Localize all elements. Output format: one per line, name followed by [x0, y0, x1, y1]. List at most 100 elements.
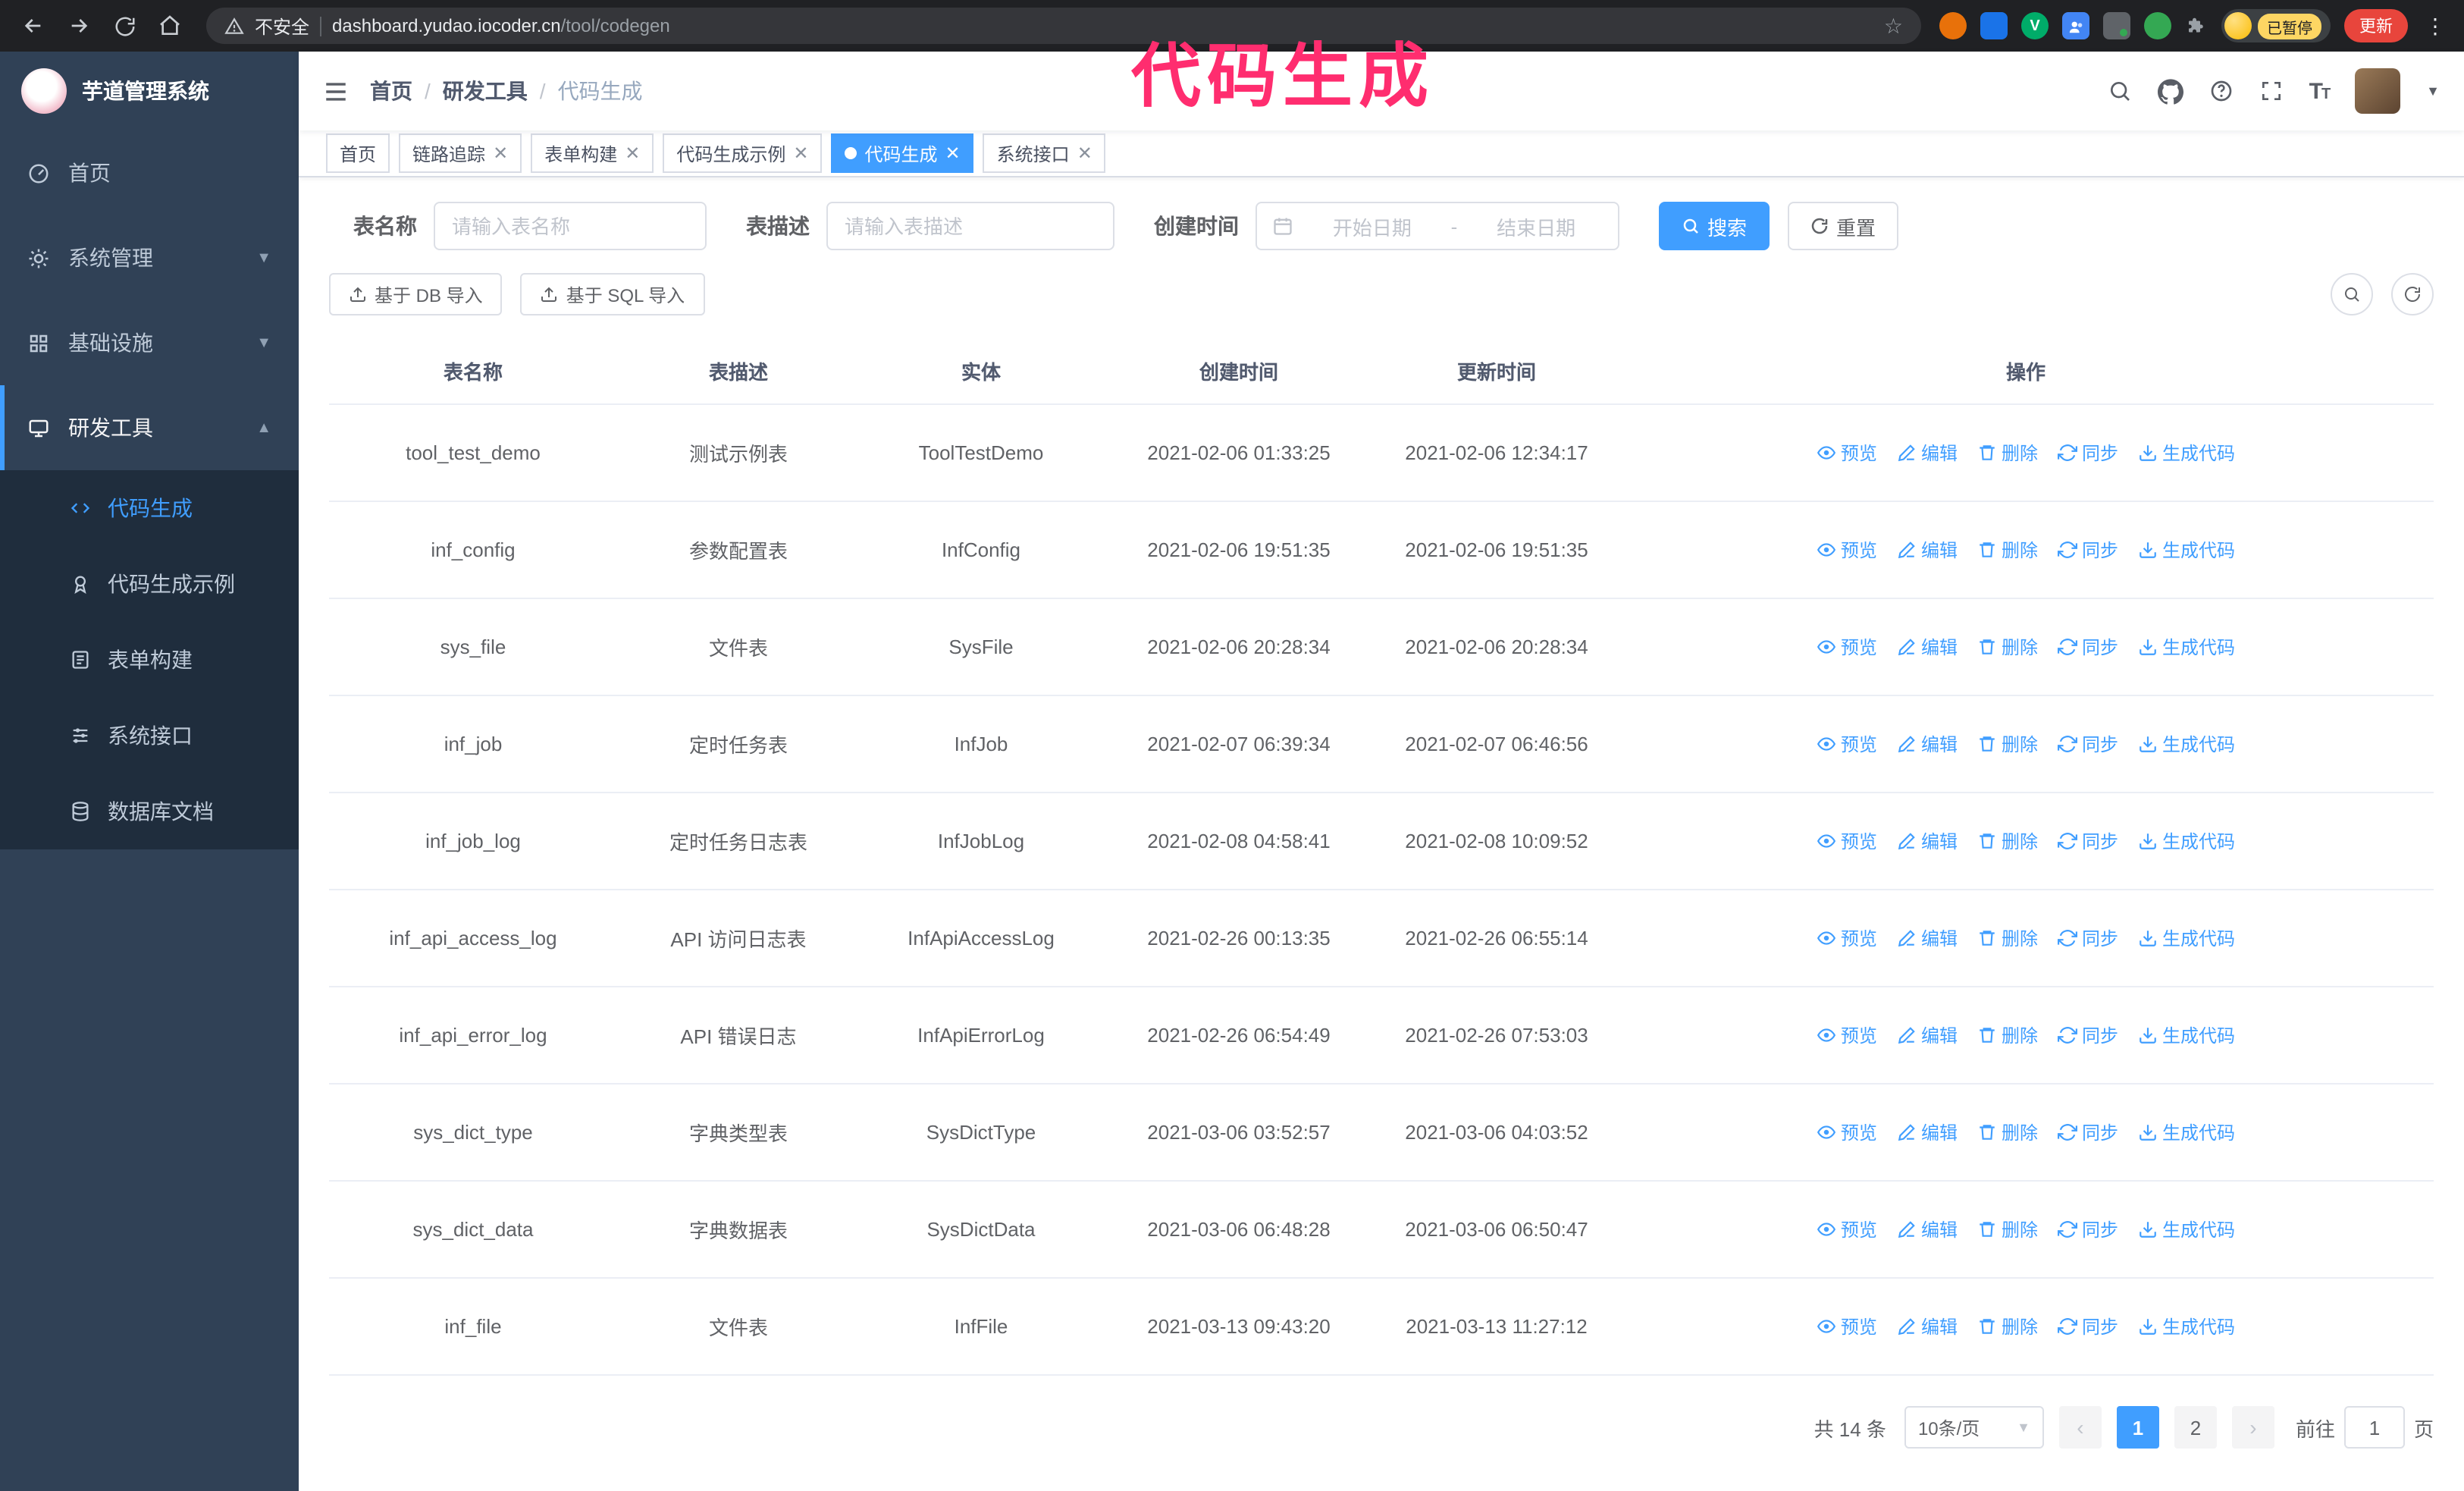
close-icon[interactable]: ✕: [493, 144, 508, 162]
delete-link[interactable]: 删除: [1977, 634, 2038, 660]
app-logo[interactable]: 芋道管理系统: [0, 52, 299, 130]
next-page-button[interactable]: ›: [2231, 1406, 2274, 1449]
search-button[interactable]: 搜索: [1659, 202, 1770, 250]
close-icon[interactable]: ✕: [793, 144, 808, 162]
sidebar-subitem-codegen-example[interactable]: 代码生成示例: [0, 546, 299, 622]
toggle-search-button[interactable]: [2331, 273, 2373, 315]
extension-icon-4[interactable]: [2062, 12, 2089, 39]
edit-link[interactable]: 编辑: [1897, 537, 1958, 563]
extension-icon-1[interactable]: [1939, 12, 1967, 39]
import-sql-button[interactable]: 基于 SQL 导入: [520, 273, 705, 315]
breadcrumb-home[interactable]: 首页: [370, 76, 412, 106]
delete-link[interactable]: 删除: [1977, 925, 2038, 951]
generate-code-link[interactable]: 生成代码: [2138, 828, 2235, 854]
edit-link[interactable]: 编辑: [1897, 1314, 1958, 1339]
extension-icon-3[interactable]: V: [2021, 12, 2049, 39]
preview-link[interactable]: 预览: [1817, 1216, 1877, 1242]
bookmark-star-icon[interactable]: ☆: [1884, 15, 1903, 36]
breadcrumb-section[interactable]: 研发工具: [443, 76, 528, 106]
delete-link[interactable]: 删除: [1977, 731, 2038, 757]
generate-code-link[interactable]: 生成代码: [2138, 537, 2235, 563]
sync-link[interactable]: 同步: [2058, 634, 2118, 660]
page-size-select[interactable]: 10条/页 ▼: [1904, 1406, 2044, 1449]
browser-menu-icon[interactable]: ⋮: [2422, 13, 2449, 39]
preview-link[interactable]: 预览: [1817, 925, 1877, 951]
close-icon[interactable]: ✕: [945, 144, 961, 162]
preview-link[interactable]: 预览: [1817, 731, 1877, 757]
delete-link[interactable]: 删除: [1977, 440, 2038, 466]
extensions-puzzle-icon[interactable]: [2185, 14, 2208, 37]
edit-link[interactable]: 编辑: [1897, 828, 1958, 854]
browser-back-button[interactable]: [15, 8, 52, 44]
sync-link[interactable]: 同步: [2058, 828, 2118, 854]
tab-link-trace[interactable]: 链路追踪 ✕: [399, 133, 522, 173]
generate-code-link[interactable]: 生成代码: [2138, 634, 2235, 660]
sidebar-subitem-form-builder[interactable]: 表单构建: [0, 622, 299, 698]
tab-system-api[interactable]: 系统接口 ✕: [983, 133, 1106, 173]
extension-icon-6[interactable]: [2144, 12, 2171, 39]
preview-link[interactable]: 预览: [1817, 1119, 1877, 1145]
table-name-input[interactable]: [434, 202, 707, 250]
delete-link[interactable]: 删除: [1977, 537, 2038, 563]
page-button-1[interactable]: 1: [2116, 1406, 2159, 1449]
generate-code-link[interactable]: 生成代码: [2138, 1022, 2235, 1048]
preview-link[interactable]: 预览: [1817, 537, 1877, 563]
edit-link[interactable]: 编辑: [1897, 925, 1958, 951]
sidebar-subitem-db-doc[interactable]: 数据库文档: [0, 774, 299, 849]
reset-button[interactable]: 重置: [1788, 202, 1899, 250]
edit-link[interactable]: 编辑: [1897, 731, 1958, 757]
preview-link[interactable]: 预览: [1817, 828, 1877, 854]
generate-code-link[interactable]: 生成代码: [2138, 1216, 2235, 1242]
url-bar[interactable]: 不安全 dashboard.yudao.iocoder.cn/tool/code…: [206, 8, 1921, 44]
sidebar-item-infrastructure[interactable]: 基础设施 ▼: [0, 300, 299, 385]
browser-home-button[interactable]: [152, 8, 188, 44]
delete-link[interactable]: 删除: [1977, 1216, 2038, 1242]
edit-link[interactable]: 编辑: [1897, 440, 1958, 466]
extension-icon-2[interactable]: [1980, 12, 2008, 39]
prev-page-button[interactable]: ‹: [2058, 1406, 2102, 1449]
sidebar-subitem-system-api[interactable]: 系统接口: [0, 698, 299, 774]
generate-code-link[interactable]: 生成代码: [2138, 1314, 2235, 1339]
browser-forward-button[interactable]: [61, 8, 97, 44]
browser-profile-button[interactable]: 已暂停: [2221, 9, 2331, 42]
tab-home[interactable]: 首页: [326, 133, 390, 173]
table-desc-input[interactable]: [826, 202, 1114, 250]
generate-code-link[interactable]: 生成代码: [2138, 731, 2235, 757]
help-icon[interactable]: [2209, 79, 2234, 103]
goto-page-input[interactable]: [2343, 1406, 2405, 1449]
delete-link[interactable]: 删除: [1977, 1119, 2038, 1145]
refresh-table-button[interactable]: [2391, 273, 2434, 315]
create-time-range-picker[interactable]: 开始日期 - 结束日期: [1256, 202, 1619, 250]
extension-icon-5[interactable]: [2103, 12, 2130, 39]
sync-link[interactable]: 同步: [2058, 440, 2118, 466]
sidebar-item-dev-tools[interactable]: 研发工具 ▲: [0, 385, 299, 470]
font-size-icon[interactable]: TT: [2309, 78, 2331, 104]
preview-link[interactable]: 预览: [1817, 1022, 1877, 1048]
sync-link[interactable]: 同步: [2058, 1314, 2118, 1339]
delete-link[interactable]: 删除: [1977, 828, 2038, 854]
browser-update-button[interactable]: 更新: [2344, 9, 2408, 42]
tab-form-builder[interactable]: 表单构建 ✕: [531, 133, 654, 173]
fullscreen-icon[interactable]: [2259, 79, 2284, 103]
preview-link[interactable]: 预览: [1817, 1314, 1877, 1339]
sync-link[interactable]: 同步: [2058, 1119, 2118, 1145]
close-icon[interactable]: ✕: [1077, 144, 1092, 162]
generate-code-link[interactable]: 生成代码: [2138, 440, 2235, 466]
page-button-2[interactable]: 2: [2174, 1406, 2217, 1449]
edit-link[interactable]: 编辑: [1897, 1216, 1958, 1242]
sidebar-item-home[interactable]: 首页: [0, 130, 299, 215]
browser-reload-button[interactable]: [106, 8, 143, 44]
sync-link[interactable]: 同步: [2058, 537, 2118, 563]
sync-link[interactable]: 同步: [2058, 1022, 2118, 1048]
sync-link[interactable]: 同步: [2058, 925, 2118, 951]
header-search-icon[interactable]: [2108, 79, 2132, 103]
sync-link[interactable]: 同步: [2058, 1216, 2118, 1242]
delete-link[interactable]: 删除: [1977, 1314, 2038, 1339]
sidebar-item-system-management[interactable]: 系统管理 ▼: [0, 215, 299, 300]
generate-code-link[interactable]: 生成代码: [2138, 1119, 2235, 1145]
preview-link[interactable]: 预览: [1817, 634, 1877, 660]
sidebar-subitem-codegen[interactable]: 代码生成: [0, 470, 299, 546]
tab-codegen[interactable]: 代码生成 ✕: [831, 133, 974, 173]
delete-link[interactable]: 删除: [1977, 1022, 2038, 1048]
edit-link[interactable]: 编辑: [1897, 1022, 1958, 1048]
